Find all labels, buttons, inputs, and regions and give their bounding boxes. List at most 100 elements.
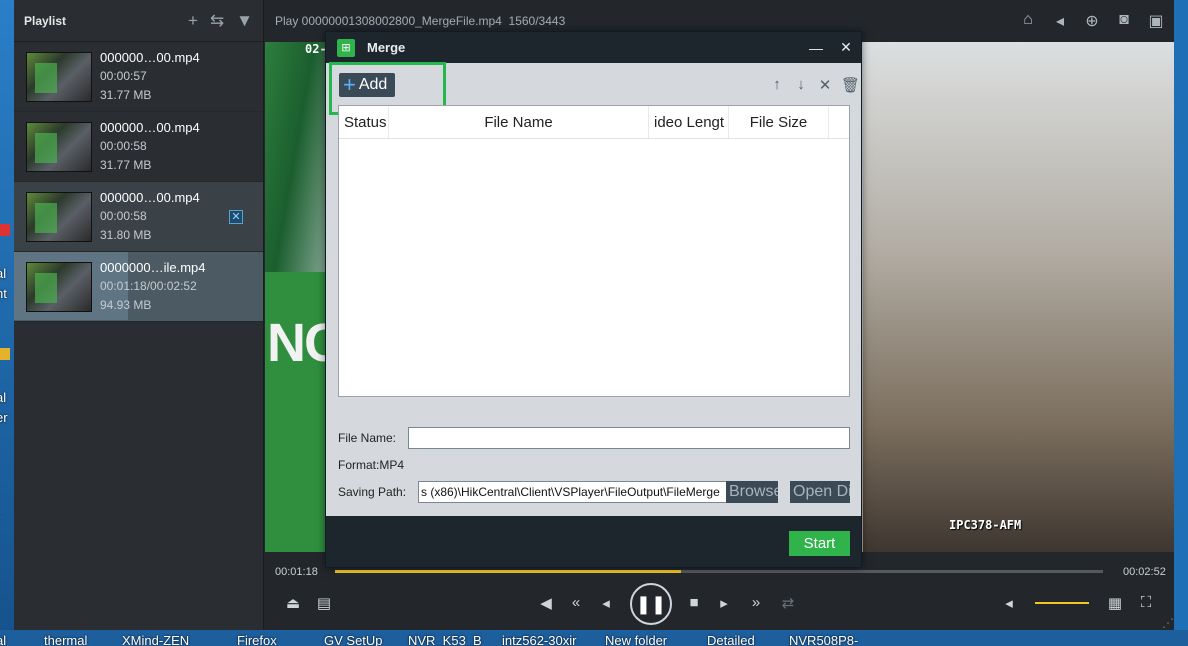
- playlist-item-name: 0000000…ile.mp4: [100, 260, 206, 275]
- desktop-label: al: [0, 390, 7, 405]
- desktop-label[interactable]: NVR_K53_B: [408, 633, 482, 646]
- desktop-label[interactable]: XMind-ZEN: [122, 633, 189, 646]
- playlist-item-playing[interactable]: 0000000…ile.mp4 00:01:18/00:02:52 94.93 …: [14, 252, 263, 322]
- video-thumbnail: [26, 121, 92, 172]
- playlist-item[interactable]: 000000…00.mp4 00:00:57 31.77 MB: [14, 42, 263, 112]
- timestamp-overlay: 02-: [305, 42, 327, 56]
- playlist-panel: Playlist + ⇆ ▼ 000000…00.mp4 00:00:57 31…: [14, 0, 264, 630]
- list-toolbar: ↑ ↓ ✕ 🗑: [769, 76, 860, 94]
- add-button-label: Add: [358, 76, 388, 93]
- desktop-label: nt: [0, 286, 7, 301]
- playlist-item-size: 31.77 MB: [100, 158, 152, 172]
- playing-file-title: Play 00000001308002800_MergeFile.mp4 156…: [275, 14, 566, 28]
- column-header-video-length[interactable]: ideo Lengt: [649, 106, 729, 138]
- saving-path-input[interactable]: s (x86)\HikCentral\Client\VSPlayer\FileO…: [418, 481, 728, 503]
- table-header: Status File Name ideo Lengt File Size: [339, 106, 849, 139]
- remove-item-icon[interactable]: ✕: [229, 210, 243, 224]
- file-name-label: File Name:: [338, 431, 397, 445]
- previous-icon[interactable]: ◀: [535, 594, 557, 612]
- playlist-item-name: 000000…00.mp4: [100, 120, 200, 135]
- stop-icon[interactable]: ■: [683, 594, 705, 611]
- desktop-label[interactable]: al: [0, 633, 6, 646]
- minimize-icon[interactable]: —: [801, 40, 831, 56]
- add-button[interactable]: + Add: [339, 72, 396, 97]
- desktop-left-strip: al nt al er r: [0, 0, 14, 646]
- video-thumbnail: [26, 51, 92, 102]
- eject-icon[interactable]: ⏏: [282, 594, 304, 612]
- desktop-label[interactable]: New folder: [605, 633, 667, 646]
- step-forward-icon[interactable]: ▸: [713, 594, 735, 612]
- snapshot-icon[interactable]: ◙: [1114, 11, 1134, 31]
- desktop-label[interactable]: Detailed: [707, 633, 755, 646]
- merge-logo-icon: ⊞: [337, 38, 355, 57]
- desktop-label[interactable]: Firefox: [237, 633, 277, 646]
- playlist-item[interactable]: 000000…00.mp4 00:00:58 31.80 MB ✕: [14, 182, 263, 252]
- fast-forward-icon[interactable]: »: [745, 594, 767, 611]
- move-down-icon[interactable]: ↓: [793, 76, 809, 94]
- plus-icon: +: [343, 72, 356, 97]
- camera-dome-icon[interactable]: ⌂: [1018, 11, 1038, 31]
- audio-icon[interactable]: ◂: [1050, 11, 1070, 31]
- video-scene: [863, 42, 1174, 552]
- playlist-item-name: 000000…00.mp4: [100, 50, 200, 65]
- volume-slider[interactable]: [1035, 602, 1089, 604]
- playlist-item-name: 000000…00.mp4: [100, 190, 200, 205]
- step-back-icon[interactable]: ◂: [595, 594, 617, 612]
- desktop-label: er: [0, 410, 8, 425]
- playlist-item-size: 31.77 MB: [100, 88, 152, 102]
- browse-button[interactable]: Browse: [726, 481, 778, 503]
- filter-icon[interactable]: ▼: [236, 11, 253, 31]
- column-header-status[interactable]: Status: [339, 106, 389, 138]
- video-thumbnail: [26, 191, 92, 242]
- playlist-title: Playlist: [24, 13, 67, 28]
- playlist-item-size: 31.80 MB: [100, 228, 152, 242]
- playlist-item-duration: 00:00:57: [100, 69, 147, 83]
- grid-layout-icon[interactable]: ▦: [1104, 594, 1126, 612]
- playlist-item-duration: 00:00:58: [100, 139, 147, 153]
- dialog-footer: Start: [326, 516, 861, 567]
- trash-icon[interactable]: 🗑: [841, 76, 860, 94]
- desktop-label: al: [0, 266, 7, 281]
- playlist-item-size: 94.93 MB: [100, 298, 152, 312]
- move-up-icon[interactable]: ↑: [769, 76, 785, 94]
- playlist-item-duration: 00:01:18/00:02:52: [100, 279, 197, 293]
- saving-path-label: Saving Path:: [338, 485, 407, 499]
- dialog-title: Merge: [367, 40, 406, 55]
- format-label: Format:MP4: [338, 458, 405, 472]
- remove-icon[interactable]: ✕: [817, 76, 833, 94]
- add-file-icon[interactable]: +: [188, 11, 198, 31]
- seek-bar[interactable]: [335, 570, 1103, 573]
- seek-bar-fill: [335, 570, 681, 573]
- video-thumbnail: [26, 261, 92, 312]
- desktop-label[interactable]: NVR508P8-: [789, 633, 858, 646]
- open-directory-button[interactable]: Open Di: [790, 481, 850, 503]
- zoom-in-icon[interactable]: ⊕: [1082, 11, 1102, 31]
- desktop-label[interactable]: thermal: [44, 633, 87, 646]
- desktop-bottom-strip: al thermal XMind-ZEN Firefox GV SetUp NV…: [0, 630, 1188, 646]
- total-time: 00:02:52: [1123, 566, 1166, 578]
- camera-label-overlay: IPC378-AFM: [949, 518, 1022, 532]
- close-icon[interactable]: ✕: [831, 39, 861, 56]
- rewind-icon[interactable]: «: [565, 594, 587, 611]
- file-list-table[interactable]: Status File Name ideo Lengt File Size: [338, 105, 850, 397]
- playlist-item[interactable]: 000000…00.mp4 00:00:58 31.77 MB: [14, 112, 263, 182]
- frame-counter: 1560/3443: [508, 14, 566, 28]
- start-button[interactable]: Start: [789, 531, 850, 556]
- record-icon[interactable]: ▣: [1146, 11, 1166, 31]
- desktop-app-icon[interactable]: [0, 348, 10, 360]
- desktop-app-icon[interactable]: [0, 224, 10, 236]
- desktop-label[interactable]: intz562-30xir: [502, 633, 576, 646]
- file-name-input[interactable]: [408, 427, 850, 449]
- merge-icon[interactable]: ⇆: [210, 11, 224, 31]
- desktop-label[interactable]: GV SetUp: [324, 633, 383, 646]
- toolbox-icon[interactable]: ▤: [313, 594, 335, 612]
- column-header-file-size[interactable]: File Size: [729, 106, 829, 138]
- fullscreen-icon[interactable]: ⛶: [1135, 594, 1157, 611]
- volume-icon[interactable]: ◂: [998, 594, 1020, 612]
- playlist-header: Playlist + ⇆ ▼: [14, 0, 263, 42]
- current-time: 00:01:18: [275, 566, 318, 578]
- sync-icon[interactable]: ⇄: [777, 594, 799, 612]
- pause-button[interactable]: ❚❚: [630, 583, 672, 625]
- column-header-file-name[interactable]: File Name: [389, 106, 649, 138]
- resize-grip-icon[interactable]: ⋰: [1162, 616, 1174, 630]
